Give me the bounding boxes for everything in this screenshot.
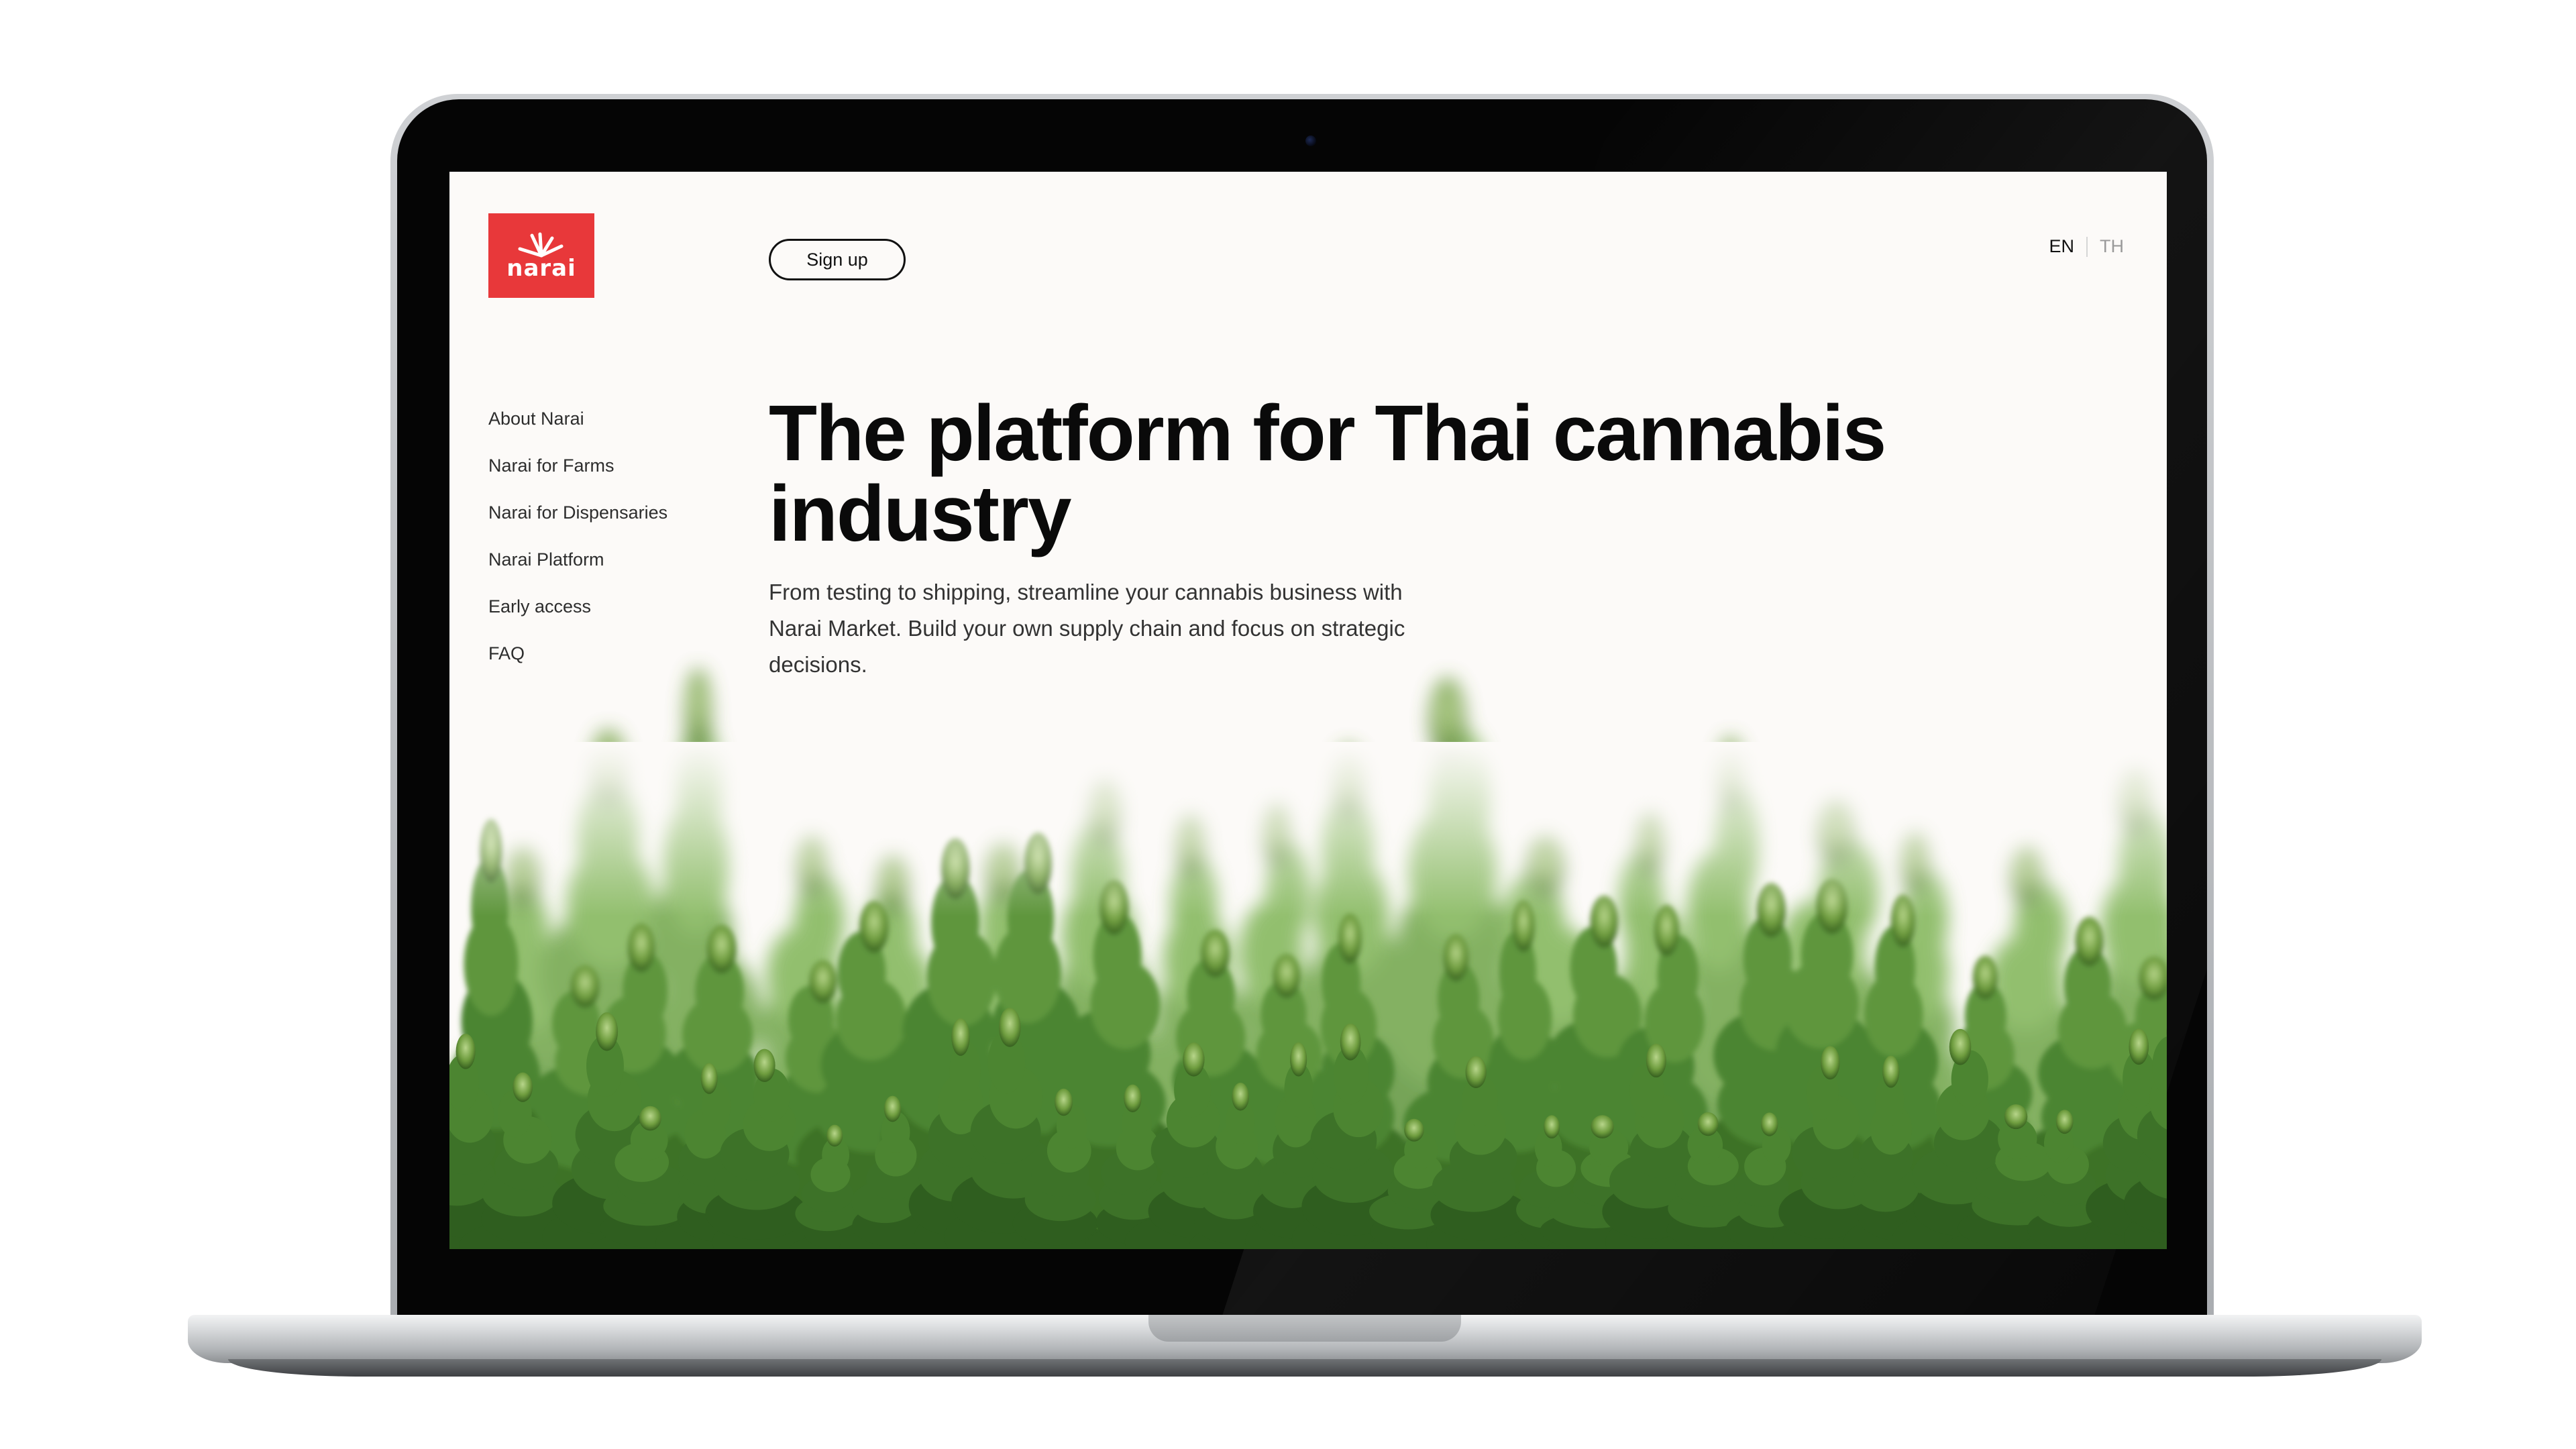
nav-item-platform[interactable]: Narai Platform (488, 546, 667, 593)
laptop-notch (1148, 1315, 1461, 1342)
nav-item-faq[interactable]: FAQ (488, 640, 667, 687)
sunburst-icon (518, 232, 564, 258)
camera-icon (1305, 136, 1316, 146)
nav-item-farms[interactable]: Narai for Farms (488, 452, 667, 499)
nav-item-dispensaries[interactable]: Narai for Dispensaries (488, 499, 667, 546)
side-nav: About Narai Narai for Farms Narai for Di… (488, 405, 667, 687)
hero-subtext: From testing to shipping, streamline you… (769, 580, 1405, 677)
hero-headline: The platform for Thai cannabis industry (769, 389, 1886, 558)
narai-logo[interactable]: narai (488, 213, 594, 298)
laptop-base-shadow (228, 1359, 2381, 1377)
lang-divider (2086, 236, 2088, 257)
nav-item-about[interactable]: About Narai (488, 405, 667, 452)
lang-th-option[interactable]: TH (2100, 236, 2124, 257)
lang-en-option[interactable]: EN (2049, 236, 2074, 257)
mockup-stage: narai Sign up EN TH About Narai Narai fo… (0, 0, 2576, 1449)
sign-up-button[interactable]: Sign up (769, 239, 906, 280)
logo-text: narai (506, 255, 576, 282)
website-screen: narai Sign up EN TH About Narai Narai fo… (449, 172, 2167, 1249)
language-switcher: EN TH (2049, 236, 2124, 257)
nav-item-early-access[interactable]: Early access (488, 593, 667, 640)
cannabis-plants-image (449, 668, 2167, 1249)
